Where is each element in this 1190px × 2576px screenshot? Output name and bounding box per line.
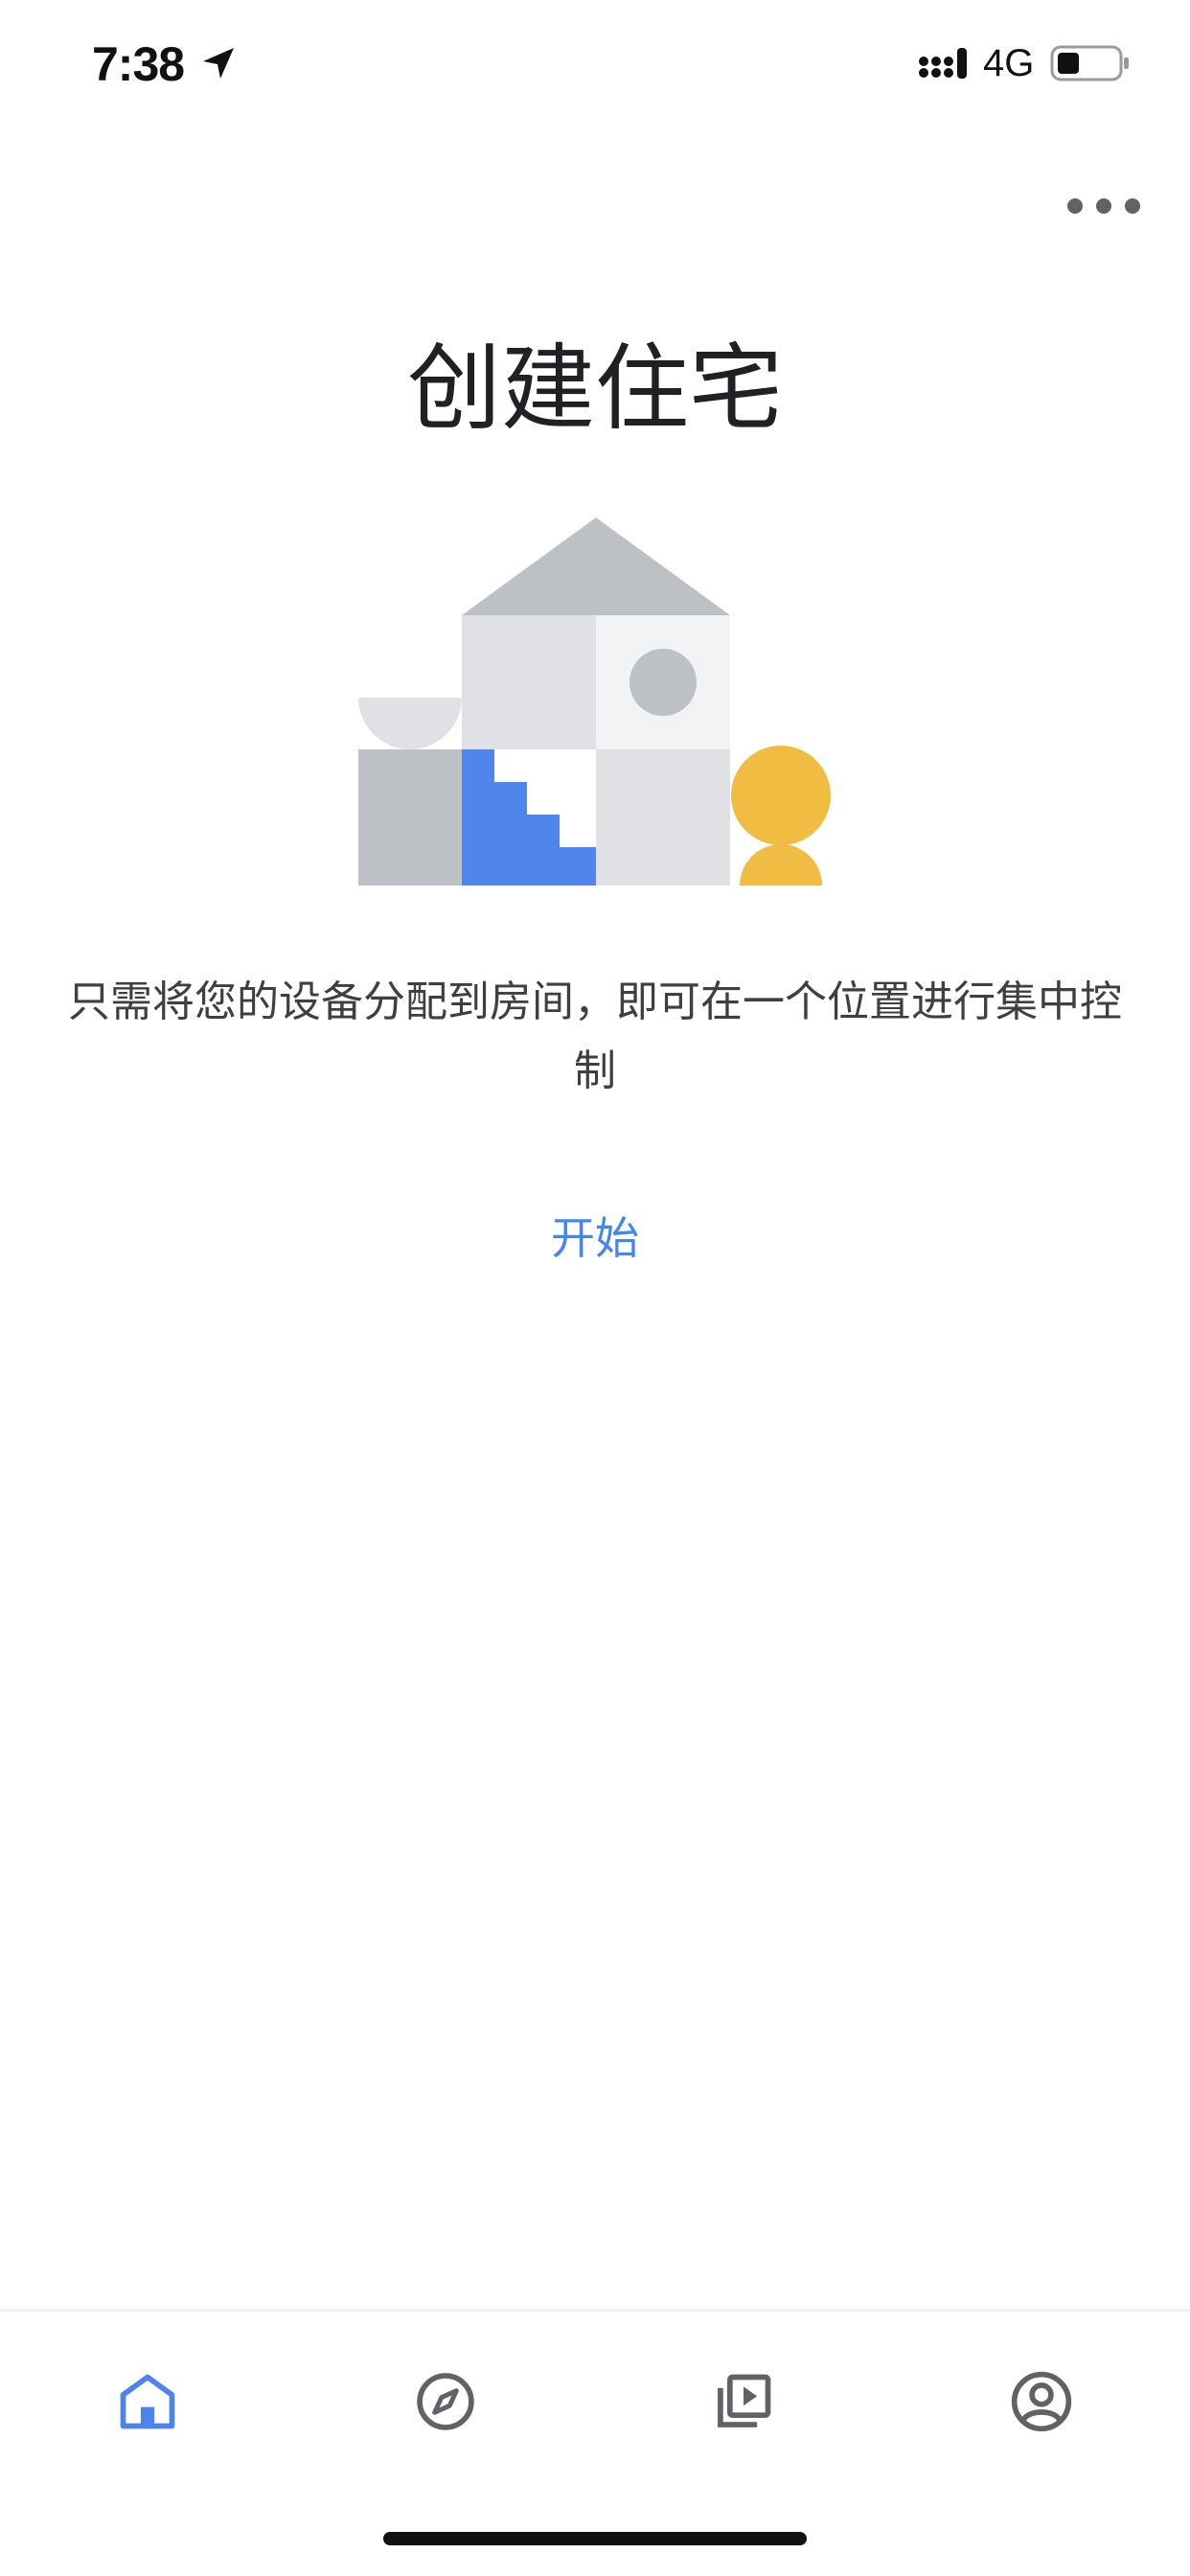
nav-account[interactable] — [1003, 2363, 1080, 2440]
more-options-button[interactable] — [1067, 187, 1140, 225]
compass-icon — [417, 2373, 474, 2430]
home-icon — [120, 2374, 175, 2429]
nav-home[interactable] — [109, 2363, 186, 2440]
screen: 7:38 4G 创建住宅 只需将您的设备分配到房间，即可在一个位置进行集中控制 … — [0, 0, 1190, 2576]
more-dot — [1125, 198, 1140, 214]
location-arrow-icon — [203, 48, 234, 79]
start-button[interactable]: 开始 — [0, 1204, 1190, 1267]
house-illustration — [358, 518, 831, 886]
home-indicator — [383, 2532, 807, 2545]
nav-discover[interactable] — [407, 2363, 484, 2440]
status-bar: 7:38 4G — [0, 0, 1190, 125]
network-type: 4G — [983, 42, 1035, 84]
more-dot — [1096, 198, 1111, 214]
nav-media[interactable] — [705, 2363, 782, 2440]
more-dot — [1067, 198, 1083, 214]
media-library-icon — [718, 2374, 771, 2427]
battery-icon — [1050, 45, 1129, 81]
description-text: 只需将您的设备分配到房间，即可在一个位置进行集中控制 — [68, 978, 1122, 1095]
account-icon — [1011, 2371, 1072, 2432]
signal-icon — [919, 48, 967, 79]
status-time: 7:38 — [92, 37, 185, 91]
page-title: 创建住宅 — [406, 334, 783, 444]
